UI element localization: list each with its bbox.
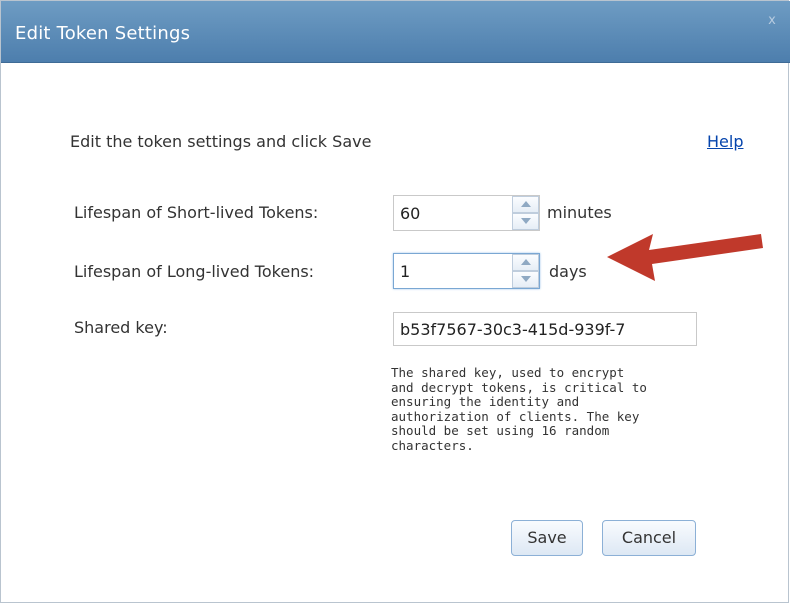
short-lived-label: Lifespan of Short-lived Tokens: xyxy=(74,203,319,222)
save-button[interactable]: Save xyxy=(511,520,583,556)
help-line: authorization of clients. The key xyxy=(391,408,640,424)
short-lived-increment-button[interactable] xyxy=(512,196,539,213)
arrow-up-icon xyxy=(521,201,531,207)
shared-key-input[interactable] xyxy=(393,312,697,346)
help-line: and decrypt tokens, is critical to xyxy=(391,379,647,395)
long-lived-spinner xyxy=(393,253,540,289)
shared-key-label: Shared key: xyxy=(74,318,168,337)
arrow-down-icon xyxy=(521,218,531,224)
long-lived-increment-button[interactable] xyxy=(512,254,539,271)
red-arrow-annotation-icon xyxy=(607,234,763,281)
arrow-down-icon xyxy=(521,276,531,282)
short-lived-spinner xyxy=(393,195,540,231)
short-lived-unit: minutes xyxy=(547,203,612,222)
help-line: should be set using 16 random xyxy=(391,423,610,438)
instruction-text: Edit the token settings and click Save xyxy=(70,132,372,151)
help-line: characters. xyxy=(391,437,474,453)
long-lived-decrement-button[interactable] xyxy=(512,271,539,288)
dialog-titlebar: Edit Token Settings x xyxy=(1,1,790,63)
arrow-up-icon xyxy=(521,259,531,265)
help-line: The shared key, used to encrypt xyxy=(391,365,625,380)
cancel-button[interactable]: Cancel xyxy=(602,520,696,556)
edit-token-settings-dialog: Edit Token Settings x Edit the token set… xyxy=(0,0,790,603)
shared-key-help-text: The shared key, used to encrypt and decr… xyxy=(391,365,691,453)
dialog-title: Edit Token Settings xyxy=(15,23,191,44)
short-lived-decrement-button[interactable] xyxy=(512,213,539,230)
close-icon[interactable]: x xyxy=(765,14,779,28)
long-lived-label: Lifespan of Long-lived Tokens: xyxy=(74,262,315,281)
help-line: ensuring the identity and xyxy=(391,394,580,409)
help-link[interactable]: Help xyxy=(707,132,743,151)
long-lived-unit: days xyxy=(549,262,587,281)
